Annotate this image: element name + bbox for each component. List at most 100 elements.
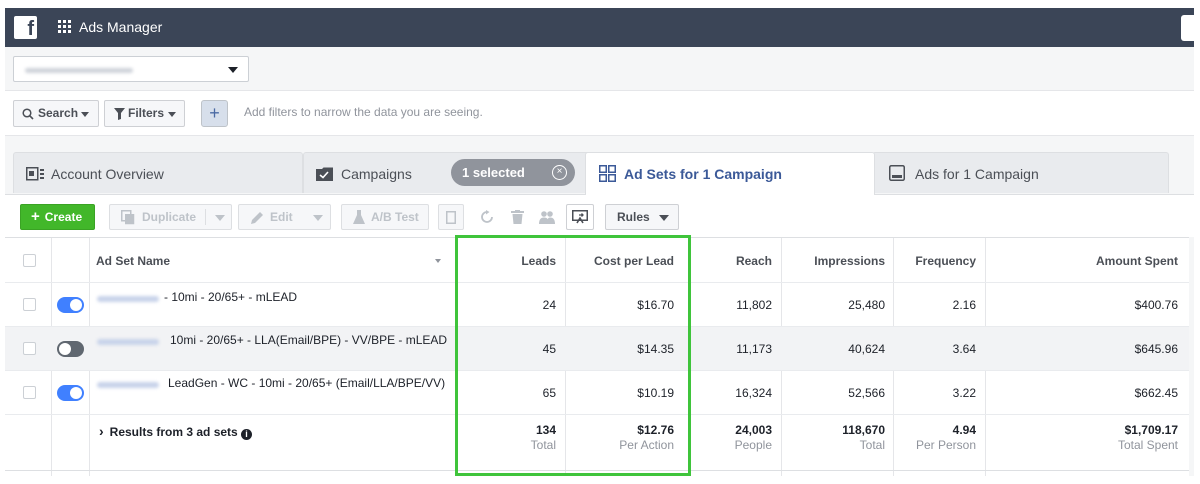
reach-value: 16,324 [735,386,772,400]
redacted-name-prefix [97,339,159,345]
chevron-down-icon [168,112,176,117]
facebook-logo-icon[interactable]: f [14,16,37,39]
filter-bar: Search Filters + Add filters to narrow t… [5,90,1194,136]
toggle-knob [59,343,71,355]
frequency-value: 3.22 [952,386,976,400]
export-button[interactable] [566,204,594,230]
cost-per-lead-value: $14.35 [637,342,674,356]
redacted-name-prefix [97,382,159,388]
refresh-icon[interactable] [475,204,499,230]
add-filter-button[interactable]: + [201,100,228,127]
ad-sets-table: Ad Set Name Leads Cost per Lead Reach Im… [5,237,1189,476]
ads-manager-window: f Ads Manager Search Filters + Add filte… [5,8,1194,476]
ad-set-status-toggle[interactable] [57,297,84,313]
apps-grid-icon[interactable] [58,20,72,34]
chevron-right-icon: › [99,423,104,439]
column-header-leads[interactable]: Leads [456,254,556,268]
document-icon [446,211,456,224]
duplicate-icon [121,210,135,225]
table-row[interactable]: - 10mi - 20/65+ - mLEAD 24 $16.70 11,802… [5,283,1189,327]
create-button[interactable]: + Create [20,204,95,230]
column-header-cost-per-lead[interactable]: Cost per Lead [565,254,674,268]
column-header-ad-set-name[interactable]: Ad Set Name [96,254,170,268]
leads-value: 65 [542,386,556,400]
column-header-frequency[interactable]: Frequency [893,254,976,268]
column-header-impressions[interactable]: Impressions [781,254,885,268]
frequency-total: 4.94 [952,423,976,437]
amount-spent-caption: Total Spent [1117,438,1178,452]
column-header-amount-spent[interactable]: Amount Spent [985,254,1178,268]
results-summary-row: › Results from 3 ad sets i 134 Total $12.… [5,415,1189,471]
row-checkbox[interactable] [23,342,36,355]
table-header-row: Ad Set Name Leads Cost per Lead Reach Im… [5,238,1189,283]
topbar-menu-button[interactable] [1181,15,1194,41]
chevron-down-icon [81,112,89,117]
account-selector[interactable] [13,56,249,82]
chevron-down-icon [659,215,669,221]
selection-badge[interactable]: 1 selected × [451,159,575,186]
edit-button[interactable]: Edit [238,204,331,230]
table-row[interactable]: LeadGen - WC - 10mi - 20/65+ (Email/LLA/… [5,371,1189,415]
impressions-value: 40,624 [848,342,885,356]
search-button-label: Search [38,106,79,120]
pencil-icon [251,212,263,224]
results-summary-toggle[interactable]: › Results from 3 ad sets i [99,423,253,440]
rules-button[interactable]: Rules [605,204,679,230]
ab-test-button[interactable]: A/B Test [341,204,429,230]
leads-total-caption: Total [530,438,556,452]
trash-icon[interactable] [505,204,529,230]
column-header-reach[interactable]: Reach [690,254,772,268]
search-icon [22,108,34,120]
create-button-label: Create [44,210,83,224]
duplicate-button[interactable]: Duplicate [109,204,232,230]
ad-set-name-link[interactable]: - 10mi - 20/65+ - mLEAD [164,290,297,304]
info-icon[interactable]: i [241,429,253,440]
ad-set-name-link[interactable]: LeadGen - WC - 10mi - 20/65+ (Email/LLA/… [168,376,445,390]
campaigns-folder-icon [316,167,333,181]
action-toolbar: + Create Duplicate Edit A/B Test Rules [5,194,1194,237]
ad-set-status-toggle[interactable] [57,385,84,401]
reach-value: 11,802 [736,298,772,312]
selection-count: 1 selected [462,165,525,180]
ads-icon [889,165,905,181]
select-all-checkbox[interactable] [23,254,36,267]
amount-spent-value: $662.45 [1134,386,1178,400]
tab-account-overview[interactable]: Account Overview [13,152,303,193]
chevron-down-icon [313,215,323,221]
toggle-knob [70,387,82,399]
audience-icon[interactable] [535,204,559,230]
ad-set-name-link[interactable]: 10mi - 20/65+ - LLA(Email/BPE) - VV/BPE … [170,333,447,347]
app-title[interactable]: Ads Manager [79,19,162,35]
impressions-total-caption: Total [859,438,885,452]
top-navigation-bar: f Ads Manager [5,8,1194,47]
reach-total-caption: People [734,438,772,452]
row-checkbox[interactable] [23,386,36,399]
row-checkbox[interactable] [23,298,36,311]
sort-caret-icon[interactable] [435,259,441,263]
ad-set-status-toggle[interactable] [57,341,84,357]
reach-value: 11,173 [736,342,772,356]
delete-draft-button[interactable] [438,204,464,230]
leads-total: 134 [535,423,556,437]
tab-ads[interactable]: Ads for 1 Campaign [872,152,1169,193]
table-row[interactable]: 10mi - 20/65+ - LLA(Email/BPE) - VV/BPE … [5,327,1189,371]
amount-spent-total: $1,709.17 [1124,423,1178,437]
amount-spent-value: $400.76 [1134,298,1178,312]
tab-label: Ad Sets for 1 Campaign [624,166,782,182]
tab-label: Account Overview [51,166,164,182]
leads-value: 45 [542,342,556,356]
rules-button-label: Rules [617,210,650,224]
impressions-value: 25,480 [848,298,885,312]
ad-sets-icon [599,165,616,182]
search-button[interactable]: Search [13,100,99,127]
edit-button-label: Edit [270,210,293,224]
duplicate-button-label: Duplicate [142,210,197,224]
filters-button[interactable]: Filters [104,100,185,127]
chevron-down-icon [215,215,225,221]
toggle-knob [70,299,82,311]
clear-selection-icon[interactable]: × [552,165,567,180]
tab-ad-sets[interactable]: Ad Sets for 1 Campaign [585,152,875,195]
tab-label: Ads for 1 Campaign [915,166,1039,182]
account-name-redacted [25,68,133,73]
amount-spent-value: $645.96 [1134,342,1178,356]
